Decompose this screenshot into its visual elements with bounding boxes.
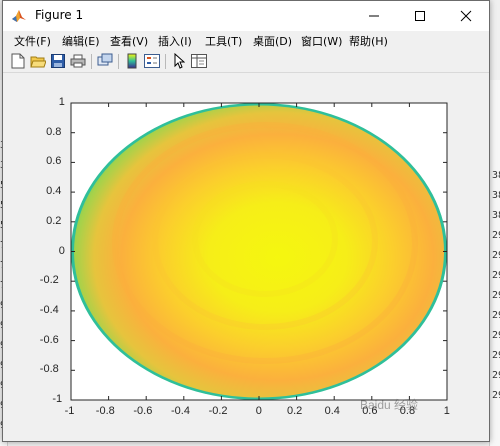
x-tick-label: -0.6 xyxy=(133,405,153,417)
y-tick-label: -1 xyxy=(52,393,63,405)
minimize-icon xyxy=(369,15,379,17)
background-digit: 29 xyxy=(492,230,500,241)
y-tick-label: 0.6 xyxy=(46,155,62,168)
y-tick-label: -0.4 xyxy=(39,303,59,316)
new-figure-icon xyxy=(11,53,25,69)
link-plot-icon xyxy=(97,53,113,66)
background-digit: 29 xyxy=(492,390,500,401)
y-tick-label: -0.8 xyxy=(39,363,59,376)
background-digit: 29 xyxy=(492,290,500,301)
background-digit: 38 xyxy=(492,190,500,201)
toolbar-separator xyxy=(165,54,166,69)
matlab-logo-icon xyxy=(11,8,27,24)
open-file-button[interactable] xyxy=(29,52,47,70)
edit-plot-arrow-icon xyxy=(174,53,185,69)
save-button[interactable] xyxy=(49,52,67,70)
print-button[interactable] xyxy=(69,52,87,70)
insert-colorbar-icon xyxy=(127,53,137,69)
print-icon xyxy=(70,54,86,68)
filled-contour-disk xyxy=(74,105,444,398)
figure-window: Figure 1 文件(F) 编辑(E) 查看(V) 插入(I) 工具(T) 桌… xyxy=(2,0,490,442)
menu-file[interactable]: 文件(F) xyxy=(14,33,51,49)
background-digit: 38 xyxy=(492,170,500,181)
menu-view[interactable]: 查看(V) xyxy=(110,33,148,49)
background-digit: 29 xyxy=(492,350,500,361)
y-tick-label: 0.2 xyxy=(46,214,62,227)
maximize-icon xyxy=(415,11,425,21)
insert-colorbar-button[interactable] xyxy=(123,52,141,70)
background-digit: 29 xyxy=(492,250,500,261)
y-tick-label: 0.8 xyxy=(46,125,62,138)
x-tick-label: 0.4 xyxy=(324,405,340,417)
background-window-right: 38 38 38 29 29 29 29 29 29 29 29 29 xyxy=(489,80,500,446)
background-digit: 38 xyxy=(492,210,500,221)
minimize-button[interactable] xyxy=(351,1,397,31)
property-inspector-button[interactable] xyxy=(190,52,208,70)
figure-canvas[interactable]: -1 -0.8 -0.6 -0.4 -0.2 0 0.2 0.4 0.6 0.8 1 1 0.8 0.6 0… xyxy=(3,73,489,441)
x-tick-label: 0 xyxy=(255,405,262,417)
background-digit: 29 xyxy=(492,310,500,321)
axes-plot[interactable] xyxy=(3,73,489,441)
insert-legend-button[interactable] xyxy=(143,52,161,70)
menu-edit[interactable]: 编辑(E) xyxy=(62,33,100,49)
menu-desktop[interactable]: 桌面(D) xyxy=(253,33,292,49)
property-inspector-icon xyxy=(191,54,207,68)
x-tick-label: -1 xyxy=(64,405,75,417)
background-digit: 29 xyxy=(492,270,500,281)
close-icon xyxy=(460,10,472,22)
y-tick-label: 0.4 xyxy=(46,185,62,198)
edit-plot-button[interactable] xyxy=(170,52,188,70)
y-tick-label: 0 xyxy=(58,244,65,257)
x-tick-label: 1 xyxy=(443,405,450,417)
menu-bar: 文件(F) 编辑(E) 查看(V) 插入(I) 工具(T) 桌面(D) 窗口(W… xyxy=(3,31,489,50)
y-tick-label: -0.2 xyxy=(39,274,59,287)
save-icon xyxy=(51,54,65,68)
close-button[interactable] xyxy=(443,1,489,31)
maximize-button[interactable] xyxy=(397,1,443,31)
background-digit: 29 xyxy=(492,330,500,341)
toolbar-separator xyxy=(118,54,119,69)
menu-window[interactable]: 窗口(W) xyxy=(301,33,342,49)
watermark-text: Baidu 经验 xyxy=(360,398,419,412)
x-tick-label: -0.4 xyxy=(171,405,190,417)
y-tick-label: 1 xyxy=(58,96,65,108)
figure-toolbar xyxy=(3,50,489,73)
y-tick-label: -0.6 xyxy=(39,333,59,346)
background-digit: 29 xyxy=(492,370,500,381)
title-bar[interactable]: Figure 1 xyxy=(3,1,489,31)
insert-legend-icon xyxy=(144,54,160,68)
x-tick-label: -0.2 xyxy=(208,405,228,417)
x-tick-label: 0.2 xyxy=(287,405,303,417)
menu-insert[interactable]: 插入(I) xyxy=(158,33,192,49)
toolbar-separator xyxy=(91,54,92,69)
window-title: Figure 1 xyxy=(35,8,84,22)
menu-tools[interactable]: 工具(T) xyxy=(205,33,242,49)
link-plot-button[interactable] xyxy=(96,52,114,70)
new-figure-button[interactable] xyxy=(9,52,27,70)
open-file-icon xyxy=(30,56,46,68)
x-tick-label: -0.8 xyxy=(95,405,115,417)
menu-help[interactable]: 帮助(H) xyxy=(349,33,388,49)
